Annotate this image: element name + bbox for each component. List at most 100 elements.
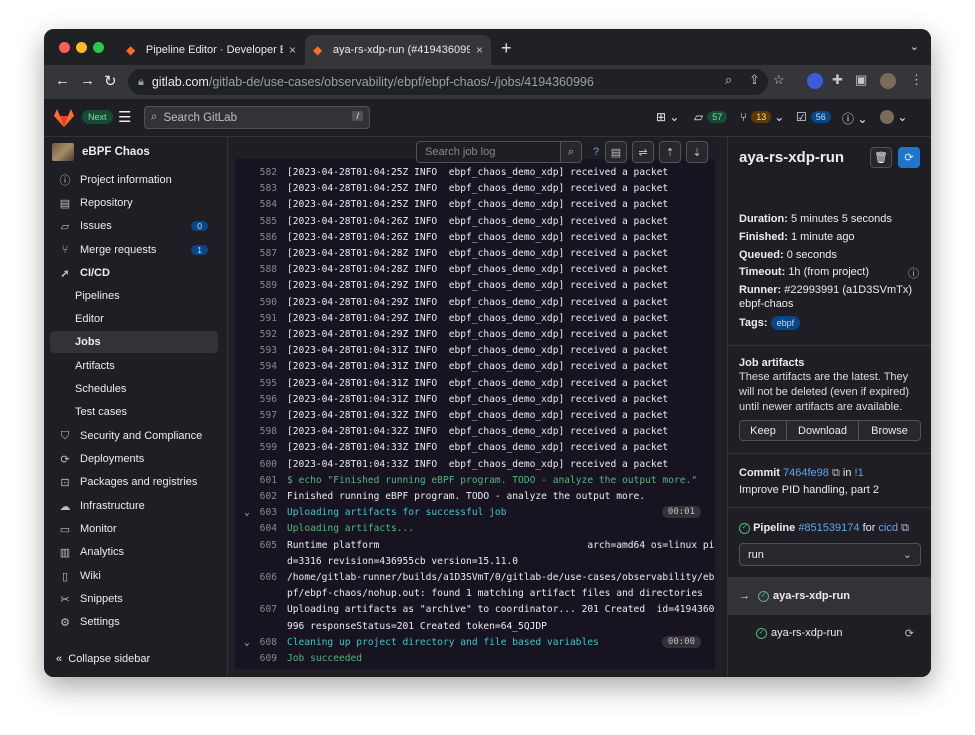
log-line-number[interactable]: 585	[235, 216, 277, 227]
raw-log-icon[interactable]: ▤	[605, 141, 627, 163]
help-icon[interactable]: ⓘ ⌄	[842, 110, 867, 127]
browse-artifacts-button[interactable]: Browse	[858, 420, 921, 441]
sidebar-item-schedules[interactable]: Schedules	[50, 378, 218, 400]
log-line-number[interactable]: 588	[235, 264, 277, 275]
sidebar-item-test-cases[interactable]: Test cases	[50, 401, 218, 423]
zoom-search-icon[interactable]: ⌕	[725, 72, 732, 88]
delete-log-button[interactable]: 🗑︎	[870, 147, 892, 168]
sidebar-item-monitor[interactable]: ▭ Monitor	[50, 518, 218, 540]
log-line-number[interactable]: 592	[235, 329, 277, 340]
sidebar-item-cicd[interactable]: ➚ CI/CD	[50, 262, 218, 284]
keep-artifacts-button[interactable]: Keep	[739, 420, 787, 441]
log-line-number[interactable]: 593	[235, 345, 277, 356]
log-line-number[interactable]: 602	[235, 491, 277, 502]
sidebar-item-project-information[interactable]: ⓘ Project information	[50, 169, 218, 191]
sidebar-item-repository[interactable]: ▤ Repository	[50, 192, 218, 214]
scroll-bottom-icon[interactable]: ⇣	[686, 141, 708, 163]
reload-icon[interactable]: ↻	[104, 72, 117, 90]
copy-icon[interactable]: ⧉	[901, 522, 909, 534]
sidebar-item-settings[interactable]: ⚙ Settings	[50, 611, 218, 633]
new-tab-icon[interactable]: +	[501, 38, 512, 59]
log-line-number[interactable]: 586	[235, 232, 277, 243]
project-title[interactable]: eBPF Chaos	[52, 143, 150, 161]
retry-icon[interactable]: ⟳	[905, 627, 914, 640]
browser-menu-icon[interactable]: ⋮	[910, 72, 923, 88]
sidebar-item-snippets[interactable]: ✂ Snippets	[50, 588, 218, 610]
log-line-number[interactable]: 597	[235, 410, 277, 421]
log-line-number[interactable]: 599	[235, 442, 277, 453]
todo-count-button[interactable]: ☑ 56	[796, 110, 831, 124]
sidebar-item-packages[interactable]: ⊡ Packages and registries	[50, 471, 218, 493]
collapse-sidebar-button[interactable]: « Collapse sidebar	[56, 653, 150, 665]
user-avatar[interactable]: ⌄	[880, 110, 907, 124]
create-new-icon[interactable]: ⊞ ⌄	[656, 110, 679, 124]
log-line-number[interactable]: 605	[235, 540, 277, 551]
log-line-number[interactable]: 591	[235, 313, 277, 324]
log-line-number[interactable]: 589	[235, 280, 277, 291]
side-panel-icon[interactable]: ▣	[855, 72, 867, 88]
browser-tab-pipeline-editor[interactable]: ◆ Pipeline Editor · Developer Eva ×	[118, 35, 304, 65]
log-line-number[interactable]: 607	[235, 604, 277, 615]
log-line-number[interactable]: 595	[235, 378, 277, 389]
sidebar-item-artifacts[interactable]: Artifacts	[50, 355, 218, 377]
extensions-puzzle-icon[interactable]: ✚	[832, 72, 843, 88]
log-line-number[interactable]: 583	[235, 183, 277, 194]
mr-count-button[interactable]: ⑂ 13 ⌄	[740, 110, 784, 124]
maximize-window-button[interactable]	[93, 42, 104, 53]
log-search-input[interactable]: Search job log	[416, 141, 561, 163]
sidebar-item-analytics[interactable]: ▥ Analytics	[50, 541, 218, 563]
menu-icon[interactable]: ☰	[118, 108, 131, 126]
log-line-number[interactable]: 604	[235, 523, 277, 534]
copy-icon[interactable]: ⧉	[832, 467, 840, 479]
log-line-number[interactable]: 603	[235, 507, 277, 518]
log-line-number[interactable]: 590	[235, 297, 277, 308]
log-line-number[interactable]: 608	[235, 637, 277, 648]
tab-close-icon[interactable]: ×	[289, 43, 296, 57]
timeout-help-icon[interactable]: ⓘ	[908, 265, 919, 281]
job-list-item-current[interactable]: → ✓ aya-rs-xdp-run	[728, 577, 931, 615]
url-bar[interactable]: 🔒︎ gitlab.com /gitlab-de/use-cases/obser…	[128, 69, 768, 95]
help-icon[interactable]: ?	[585, 141, 607, 163]
pipeline-link[interactable]: #851539174	[798, 522, 859, 534]
extension-icon[interactable]	[807, 73, 823, 89]
log-line-number[interactable]: 582	[235, 167, 277, 178]
log-line-number[interactable]: 601	[235, 475, 277, 486]
log-line-number[interactable]: 587	[235, 248, 277, 259]
sidebar-item-deployments[interactable]: ⟳ Deployments	[50, 448, 218, 470]
sidebar-item-security[interactable]: ⛉ Security and Compliance	[50, 425, 218, 447]
log-search-icon[interactable]: ⌕	[560, 141, 582, 163]
scroll-top-icon[interactable]: ⇡	[659, 141, 681, 163]
sidebar-item-merge-requests[interactable]: ⑂ Merge requests 1	[50, 239, 218, 261]
log-line-number[interactable]: 598	[235, 426, 277, 437]
merge-request-link[interactable]: !1	[855, 467, 864, 479]
profile-avatar[interactable]	[880, 73, 896, 89]
tab-close-icon[interactable]: ×	[476, 43, 483, 57]
sidebar-item-pipelines[interactable]: Pipelines	[50, 285, 218, 307]
share-icon[interactable]: ⇪	[749, 72, 760, 88]
sidebar-item-jobs[interactable]: Jobs	[50, 331, 218, 353]
log-line-number[interactable]: 600	[235, 459, 277, 470]
next-badge[interactable]: Next	[82, 110, 113, 124]
sidebar-item-editor[interactable]: Editor	[50, 308, 218, 330]
commit-sha-link[interactable]: 7464fe98	[783, 467, 829, 479]
close-window-button[interactable]	[59, 42, 70, 53]
download-artifacts-button[interactable]: Download	[786, 420, 859, 441]
search-input[interactable]: ⌕ Search GitLab /	[144, 106, 370, 129]
ref-link[interactable]: cicd	[878, 522, 898, 534]
browser-tab-active-job[interactable]: ◆ aya-rs-xdp-run (#4194360996 ×	[305, 35, 491, 65]
issues-count-button[interactable]: ▱ 57	[694, 110, 728, 124]
forward-icon[interactable]: →	[80, 72, 95, 89]
back-icon[interactable]: ←	[55, 72, 70, 89]
gitlab-logo-icon[interactable]	[54, 109, 74, 127]
log-line-number[interactable]: 594	[235, 361, 277, 372]
stage-select[interactable]: run ⌄	[739, 543, 921, 566]
minimize-window-button[interactable]	[76, 42, 87, 53]
log-line-number[interactable]: 609	[235, 653, 277, 664]
job-list-item[interactable]: ✓ aya-rs-xdp-run ⟳	[728, 614, 931, 652]
sidebar-item-infrastructure[interactable]: ☁ Infrastructure	[50, 495, 218, 517]
retry-job-button[interactable]: ⟳	[898, 147, 920, 168]
wrap-lines-icon[interactable]: ⇌	[632, 141, 654, 163]
sidebar-item-issues[interactable]: ▱ Issues 0	[50, 215, 218, 237]
log-line-number[interactable]: 606	[235, 572, 277, 583]
tab-search-chevron-icon[interactable]: ⌄	[910, 40, 919, 53]
